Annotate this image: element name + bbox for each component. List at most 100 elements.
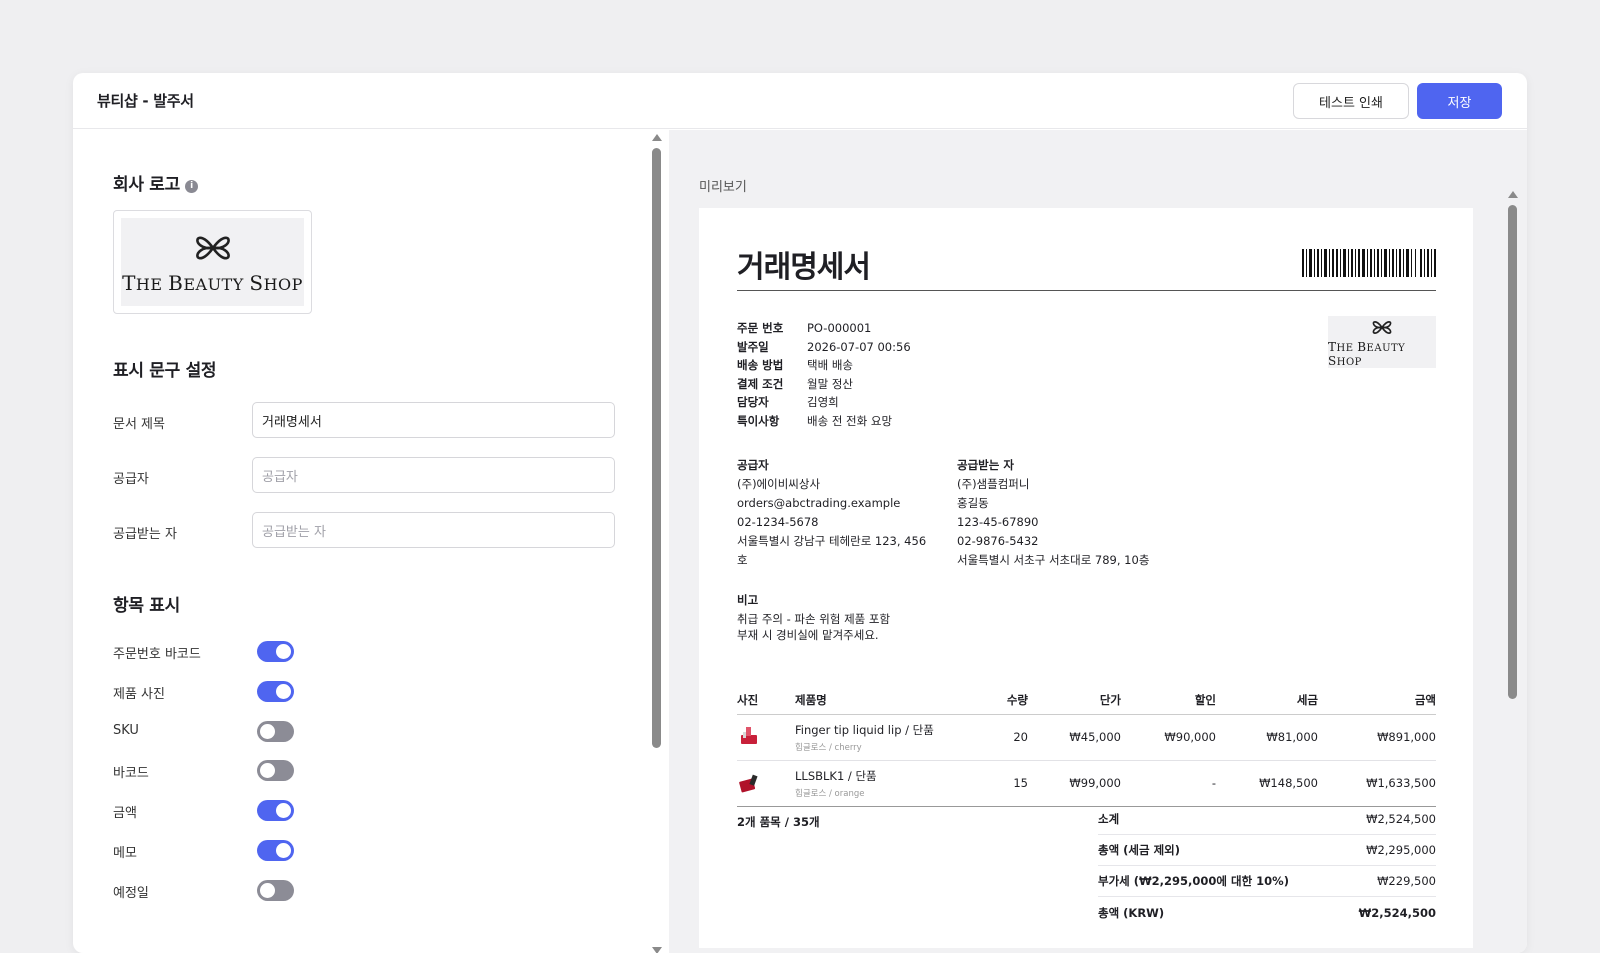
supplier-line: (주)에이비씨상사 [737,477,821,491]
settings-panel: 회사 로고 i THE BEAUTY SHOP 표시 문구 설정 문서 제목 거… [73,130,667,953]
discount-cell: - [1121,760,1216,807]
display-section-title: 항목 표시 [113,596,180,616]
meta-row: 특이사항 배송 전 전화 요망 [737,412,911,431]
supplier-line: 서울특별시 강남구 테헤란로 123, 456 [737,534,927,548]
scroll-thumb[interactable] [652,148,661,748]
toggle-label-sku: SKU [113,723,139,738]
info-icon[interactable]: i [184,180,198,193]
document-title: 거래명세서 [737,250,871,285]
meta-value: 김영희 [807,395,839,410]
meta-key: 발주일 [737,339,769,354]
price-cell: ₩45,000 [1028,714,1121,761]
company-logo: THE BEAUTY SHOP [121,218,304,306]
settings-scrollbar[interactable] [649,132,665,953]
document-preview: 거래명세서 주문 번호 PO-000001 발주일 2026-07-07 00:… [699,208,1473,948]
total-value: ₩2,524,500 [1366,812,1436,826]
barcode-icon [1302,249,1436,277]
total-label: 총액 (KRW) [1098,905,1165,920]
toggle-label-amount: 금액 [113,806,137,821]
remarks-heading: 비고 [737,593,759,607]
meta-row: 주문 번호 PO-000001 [737,319,911,338]
total-row: 소계 ₩2,524,500 [1098,804,1436,835]
meta-value: 2026-07-07 00:56 [807,339,911,354]
toggle-sku[interactable] [257,721,294,742]
qty-cell: 20 [985,714,1028,761]
doc-title-input[interactable]: 거래명세서 [252,402,615,438]
lipstick-icon [741,726,757,744]
logo-section-title: 회사 로고 i [113,170,198,195]
column-header: 수량 [985,686,1028,715]
amount-cell: ₩891,000 [1318,714,1436,761]
table-header-row: 사진 제품명 수량 단가 할인 세금 금액 [737,686,1436,715]
toggle-knob [276,684,291,699]
text-section-title: 표시 문구 설정 [113,361,217,381]
product-name-cell: Finger tip liquid lip / 단품힙글로스 / cherry [795,714,985,761]
preview-label: 미리보기 [699,180,747,195]
scroll-down-arrow-icon[interactable] [652,947,662,953]
total-row: 총액 (세금 제외) ₩2,295,000 [1098,835,1436,866]
meta-key: 담당자 [737,395,769,410]
total-label: 소계 [1098,812,1120,826]
titlebar: 뷰티샵 - 발주서 테스트 인쇄 저장 [73,73,1527,129]
remarks-line: 취급 주의 - 파손 위험 제품 포함 [737,611,891,626]
scroll-up-arrow-icon[interactable] [1508,191,1518,198]
discount-cell: ₩90,000 [1121,714,1216,761]
toggle-memo[interactable] [257,840,294,861]
preview-vertical-scrollbar[interactable] [1505,189,1521,953]
toggle-knob [276,803,291,818]
lipstick-icon [739,774,758,792]
tax-cell: ₩81,000 [1216,714,1318,761]
save-button[interactable]: 저장 [1417,83,1502,119]
product-variant: 힙글로스 / orange [795,788,865,799]
supplier-input[interactable]: 공급자 [252,457,615,493]
total-row: 총액 (KRW) ₩2,524,500 [1098,897,1436,928]
receiver-block: 공급받는 자 (주)샘플컴퍼니 홍길동 123-45-67890 02-9876… [957,456,1257,570]
supplier-block: 공급자 (주)에이비씨상사 orders@abctrading.example … [737,456,937,570]
receiver-line: 서울특별시 서초구 서초대로 789, 10층 [957,553,1150,567]
product-photo-cell [737,714,795,761]
toggle-product-photo[interactable] [257,681,294,702]
toggle-order-barcode[interactable] [257,641,294,662]
supplier-label: 공급자 [113,472,149,487]
meta-key: 배송 방법 [737,358,784,373]
price-cell: ₩99,000 [1028,760,1121,807]
logo-wordmark: THE BEAUTY SHOP [1328,339,1406,368]
items-table: 사진 제품명 수량 단가 할인 세금 금액 Finger tip liquid … [737,686,1436,807]
meta-key: 특이사항 [737,413,780,428]
product-name: Finger tip liquid lip / 단품 [795,722,934,737]
scroll-thumb[interactable] [1508,205,1517,699]
meta-row: 발주일 2026-07-07 00:56 [737,338,911,357]
editor-window: 뷰티샵 - 발주서 테스트 인쇄 저장 회사 로고 i THE BEAUTY SH… [73,73,1527,953]
toggle-knob [260,763,275,778]
flower-icon [1372,320,1392,334]
supplier-line: 호 [737,553,748,567]
total-value: ₩2,524,500 [1358,905,1436,920]
toggle-due-date[interactable] [257,880,294,901]
supplier-heading: 공급자 [737,458,769,472]
qty-cell: 15 [985,760,1028,807]
test-print-button[interactable]: 테스트 인쇄 [1293,83,1409,119]
item-count: 2개 품목 / 35개 [737,815,820,829]
product-variant: 힙글로스 / cherry [795,742,862,753]
toggle-label-due-date: 예정일 [113,886,149,901]
logo-upload[interactable]: THE BEAUTY SHOP [113,210,312,314]
supplier-line: 02-1234-5678 [737,515,819,529]
toggle-amount[interactable] [257,800,294,821]
toggle-label-memo: 메모 [113,846,137,861]
scroll-up-arrow-icon[interactable] [652,134,662,141]
meta-row: 배송 방법 택배 배송 [737,356,911,375]
doc-title-label: 문서 제목 [113,417,165,432]
flower-icon [195,236,230,260]
toggle-knob [276,843,291,858]
meta-row: 결제 조건 월말 정산 [737,375,911,394]
toggle-knob [276,644,291,659]
logo-section-title-text: 회사 로고 [113,175,180,195]
product-name: LLSBLK1 / 단품 [795,768,877,783]
meta-key: 결제 조건 [737,376,784,391]
tax-cell: ₩148,500 [1216,760,1318,807]
receiver-input[interactable]: 공급받는 자 [252,512,615,548]
column-header: 금액 [1318,686,1436,715]
product-name-cell: LLSBLK1 / 단품힙글로스 / orange [795,760,985,807]
toggle-barcode[interactable] [257,760,294,781]
logo-wordmark: THE BEAUTY SHOP [122,271,303,295]
